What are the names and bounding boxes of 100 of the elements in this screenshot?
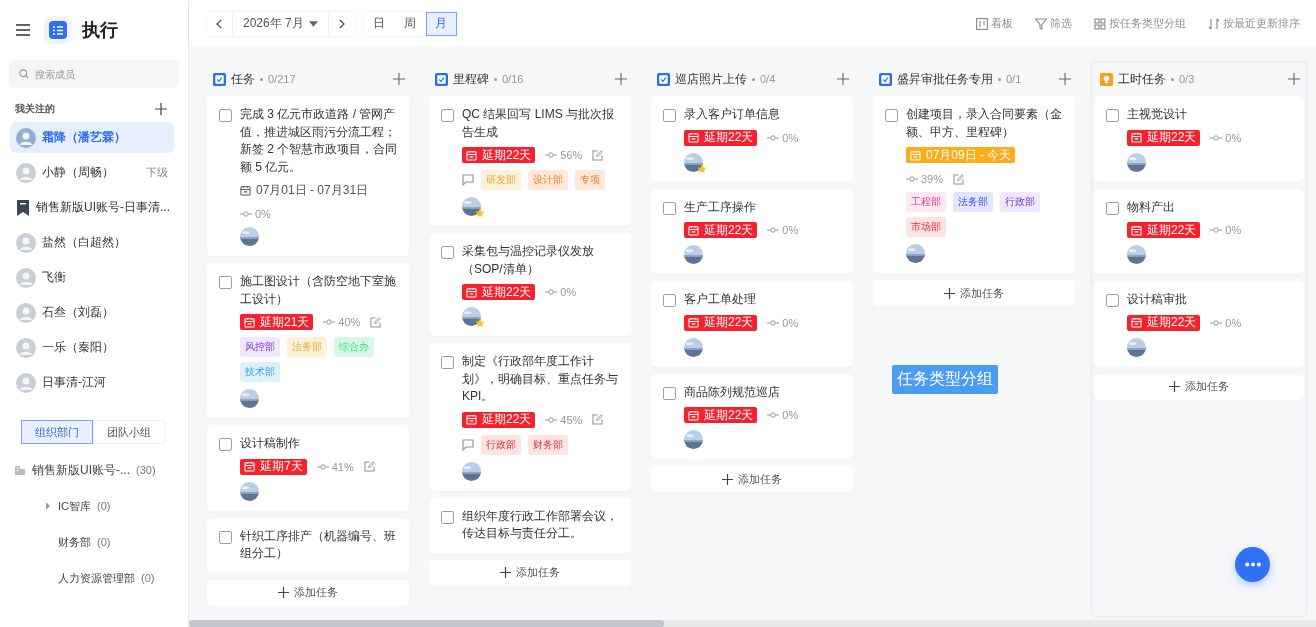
member-item[interactable]: 小静（周畅） 下级 (10, 157, 174, 188)
task-title: 设计稿审批 (1127, 291, 1187, 308)
progress-value: 56% (560, 149, 583, 161)
more-button[interactable] (1235, 547, 1270, 582)
previous-button[interactable] (207, 11, 232, 36)
add-task-button[interactable]: 添加任务 (1094, 373, 1304, 400)
task-checkbox[interactable] (441, 109, 454, 122)
view-tab[interactable]: 周 (394, 11, 426, 36)
edit-icon[interactable] (370, 316, 382, 328)
view-tab[interactable]: 月 (425, 11, 457, 36)
search-field[interactable]: 搜索成员 (9, 60, 179, 88)
member-item[interactable]: 霜降（潘艺霖） (10, 122, 174, 153)
month-picker[interactable]: 2026年 7月 (232, 11, 329, 36)
task-checkbox[interactable] (663, 201, 676, 215)
progress-icon (767, 133, 780, 142)
member-item[interactable]: 销售新版UI账号-日事清... (10, 192, 174, 223)
task-card[interactable]: 完成 3 亿元市政道路 / 管网产值，推进城区雨污分流工程；新签 2 个智慧市政项目，合同额 5 亿元。 07月01日 - 07月31日 0% (207, 96, 409, 256)
member-item[interactable]: 一乐（秦阳） (10, 332, 174, 363)
add-icon[interactable] (615, 73, 627, 85)
task-checkbox[interactable] (663, 386, 676, 400)
edit-icon[interactable] (592, 149, 604, 161)
task-card[interactable]: 施工图设计（含防空地下室施工设计） 延期21天 40% 风控部 法务部 综合办 技术部 (207, 263, 409, 418)
plus-icon (500, 567, 511, 578)
task-title: 物料产出 (1127, 198, 1175, 216)
add-icon[interactable] (155, 103, 167, 115)
progress-icon (545, 415, 558, 424)
member-item[interactable]: 日事清-江河 (10, 367, 174, 398)
task-card[interactable]: 客户工单处理 延期22天 0% (651, 281, 853, 367)
view-tab[interactable]: 日 (363, 11, 395, 36)
add-task-button[interactable]: 添加任务 (873, 280, 1075, 306)
task-checkbox[interactable] (885, 109, 898, 122)
tree-item[interactable]: 财务部 (58, 534, 91, 550)
edit-icon[interactable] (592, 414, 604, 425)
task-card[interactable]: 商品陈列规范巡店 延期22天 0% (651, 373, 853, 459)
add-icon[interactable] (1059, 73, 1071, 85)
task-card[interactable]: 采集包与温控记录仪发放（SOP/清单） 延期22天 0% (429, 233, 631, 336)
task-checkbox[interactable] (219, 109, 232, 122)
task-title: 完成 3 亿元市政道路 / 管网产值，推进城区雨污分流工程；新签 2 个智慧市政项目，合同额 5 亿元。 (240, 106, 399, 176)
task-card[interactable]: 生产工序操作 延期22天 0% (651, 188, 853, 274)
task-card[interactable]: 制定《行政部年度工作计划》，明确目标、重点任务与KPI。 延期22天 45% 行政部 财务部 (429, 343, 631, 491)
calendar-icon (244, 316, 255, 328)
badge-text: 延期22天 (1147, 314, 1197, 331)
task-card[interactable]: 设计稿制作 延期7天 41% (207, 425, 409, 511)
task-checkbox[interactable] (1106, 294, 1119, 307)
member-item[interactable]: 飞衡 (10, 262, 174, 293)
column-title: 里程碑 (453, 70, 489, 88)
add-icon[interactable] (1288, 73, 1300, 85)
app-logo (44, 16, 72, 44)
toolbar-button[interactable]: 按最近更新排序 (1202, 16, 1306, 31)
toolbar-button[interactable]: 按任务类型分组 (1088, 16, 1192, 31)
toolbar-button[interactable]: 看板 (970, 16, 1019, 31)
add-task-button[interactable]: 添加任务 (429, 559, 631, 586)
task-checkbox[interactable] (219, 530, 232, 544)
progress-icon (767, 411, 780, 419)
task-card[interactable]: 主视觉设计 延期22天 0% (1094, 96, 1304, 182)
progress-value: 41% (331, 460, 354, 473)
tree-item[interactable]: 人力资源管理部 (58, 570, 135, 586)
task-card[interactable]: 录入客户订单信息 延期22天 0% (651, 96, 853, 182)
sidebar-tab[interactable]: 团队小组 (93, 420, 165, 444)
task-count: 0/217 (268, 73, 296, 85)
comment-icon[interactable] (462, 438, 474, 451)
badge-text: 07月09日 - 今天 (926, 146, 1012, 164)
task-card[interactable]: 组织年度行政工作部署会议，传达目标与责任分工。 (429, 497, 631, 553)
task-card[interactable]: 创建项目，录入合同要素（金额、甲方、里程碑） 07月09日 - 今天 39% 工程部 法务部 行政部 市场部 (873, 96, 1075, 273)
menu-icon[interactable] (16, 24, 30, 36)
task-checkbox[interactable] (441, 246, 454, 259)
toolbar-button[interactable]: 筛选 (1029, 16, 1078, 31)
edit-icon[interactable] (363, 461, 375, 472)
tree-item[interactable]: IC智库 (58, 498, 91, 514)
add-icon[interactable] (393, 73, 405, 85)
task-checkbox[interactable] (441, 356, 454, 369)
task-checkbox[interactable] (1106, 201, 1119, 215)
add-icon[interactable] (837, 73, 849, 85)
member-item[interactable]: 石叁（刘磊） (10, 297, 174, 328)
edit-icon[interactable] (953, 173, 965, 185)
task-card[interactable]: QC 结果回写 LIMS 与批次报告生成 延期22天 56% 研发部 设计部 专项 (429, 96, 631, 226)
task-checkbox[interactable] (441, 510, 454, 524)
plus-icon (278, 587, 289, 598)
add-task-button[interactable]: 添加任务 (207, 579, 409, 606)
task-card[interactable]: 设计稿审批 延期22天 0% (1094, 281, 1304, 367)
task-checkbox[interactable] (219, 438, 232, 451)
next-button[interactable] (328, 11, 354, 36)
task-checkbox[interactable] (219, 276, 232, 289)
member-name: 盐然（白超然） (42, 234, 126, 251)
add-task-button[interactable]: 添加任务 (651, 466, 853, 492)
sidebar-tab[interactable]: 组织部门 (21, 420, 93, 444)
task-card[interactable]: 物料产出 延期22天 0% (1094, 188, 1304, 274)
calendar-icon (466, 414, 477, 425)
task-card[interactable]: 针织工序排产（机器编号、班组分工） (207, 517, 409, 573)
task-checkbox[interactable] (663, 294, 676, 307)
avatar (462, 307, 481, 326)
tree-item[interactable]: 销售新版UI账号-... (32, 461, 130, 479)
task-checkbox[interactable] (1106, 109, 1119, 122)
scrollbar-thumb[interactable] (189, 620, 664, 627)
member-item[interactable]: 盐然（白超然） (10, 227, 174, 258)
task-checkbox[interactable] (663, 109, 676, 122)
item-count: (0) (97, 536, 111, 548)
caret-icon[interactable] (44, 502, 52, 510)
comment-icon[interactable] (462, 174, 474, 186)
progress-icon (240, 210, 252, 218)
